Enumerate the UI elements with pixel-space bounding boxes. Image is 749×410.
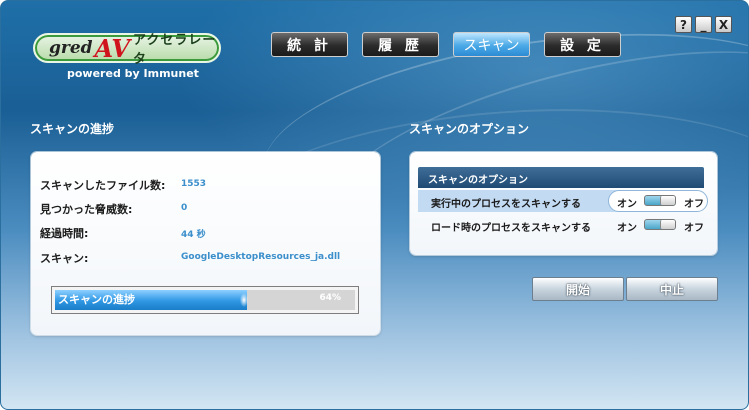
scan-options-panel: スキャンのオプション 実行中のプロセスをスキャンする オン オフ ロード時のプロ… <box>410 152 717 255</box>
powered-by-label: powered by Immunet <box>67 67 199 80</box>
scan-options-title: スキャンのオプション <box>409 122 530 136</box>
toggle-off-label: オフ <box>684 223 704 234</box>
option-row-running-processes: 実行中のプロセスをスキャンする オン オフ <box>418 190 708 212</box>
current-file-value: GoogleDesktopResources_ja.dll <box>181 252 341 262</box>
app-window: gred AV アクセラレータ powered by Immunet 統 計 履… <box>0 0 749 410</box>
tab-statistics[interactable]: 統 計 <box>271 32 348 57</box>
load-processes-switch[interactable] <box>644 219 676 230</box>
current-file-label: スキャン: <box>40 252 89 265</box>
toggle-on-label: オン <box>617 223 637 234</box>
progress-percent: 64% <box>319 293 341 303</box>
toggle-on-label: オン <box>617 199 637 210</box>
logo-text-kana: アクセラレータ <box>133 33 217 67</box>
stop-button[interactable]: 中止 <box>626 277 718 301</box>
threats-found-value: 0 <box>181 203 188 213</box>
brand-logo: gred AV アクセラレータ powered by Immunet <box>33 33 223 85</box>
tab-history[interactable]: 履 歴 <box>362 32 439 57</box>
running-processes-switch[interactable] <box>644 195 676 206</box>
progress-glint <box>238 290 250 310</box>
logo-text-av: AV <box>94 33 131 63</box>
progress-track: スキャンの進捗 64% <box>55 290 355 310</box>
tab-scan[interactable]: スキャン <box>453 32 530 57</box>
main-tabs: 統 計 履 歴 スキャン 設 定 <box>271 32 635 57</box>
option-label: ロード時のプロセスをスキャンする <box>431 223 591 234</box>
scan-progress-title: スキャンの進捗 <box>30 122 115 136</box>
tab-settings[interactable]: 設 定 <box>544 32 621 57</box>
logo-text-gred: gred <box>49 38 93 58</box>
elapsed-time-value: 44 秒 <box>181 230 206 240</box>
threats-found-label: 見つかった脅威数: <box>40 203 133 216</box>
help-button[interactable]: ? <box>675 16 692 33</box>
progress-label: スキャンの進捗 <box>58 293 135 306</box>
close-button[interactable]: X <box>715 16 732 33</box>
scan-progress-panel: スキャンしたファイル数: 1553 見つかった脅威数: 0 経過時間: 44 秒… <box>31 152 380 335</box>
window-controls: ? _ X <box>672 16 732 33</box>
logo-badge: gred AV アクセラレータ <box>33 33 221 67</box>
files-scanned-value: 1553 <box>181 179 207 189</box>
files-scanned-label: スキャンしたファイル数: <box>40 179 166 192</box>
switch-knob <box>660 196 675 205</box>
toggle-off-label: オフ <box>684 199 704 210</box>
elapsed-time-label: 経過時間: <box>40 227 89 240</box>
options-header: スキャンのオプション <box>418 167 704 188</box>
scan-progress-bar: スキャンの進捗 64% <box>51 286 359 314</box>
option-row-load-processes: ロード時のプロセスをスキャンする オン オフ <box>418 214 706 236</box>
switch-knob <box>660 220 675 229</box>
start-button[interactable]: 開始 <box>532 277 624 301</box>
on-off-toggle: オン オフ <box>617 195 707 210</box>
minimize-button[interactable]: _ <box>695 16 712 33</box>
on-off-toggle: オン オフ <box>617 219 707 234</box>
option-label: 実行中のプロセスをスキャンする <box>431 199 581 210</box>
